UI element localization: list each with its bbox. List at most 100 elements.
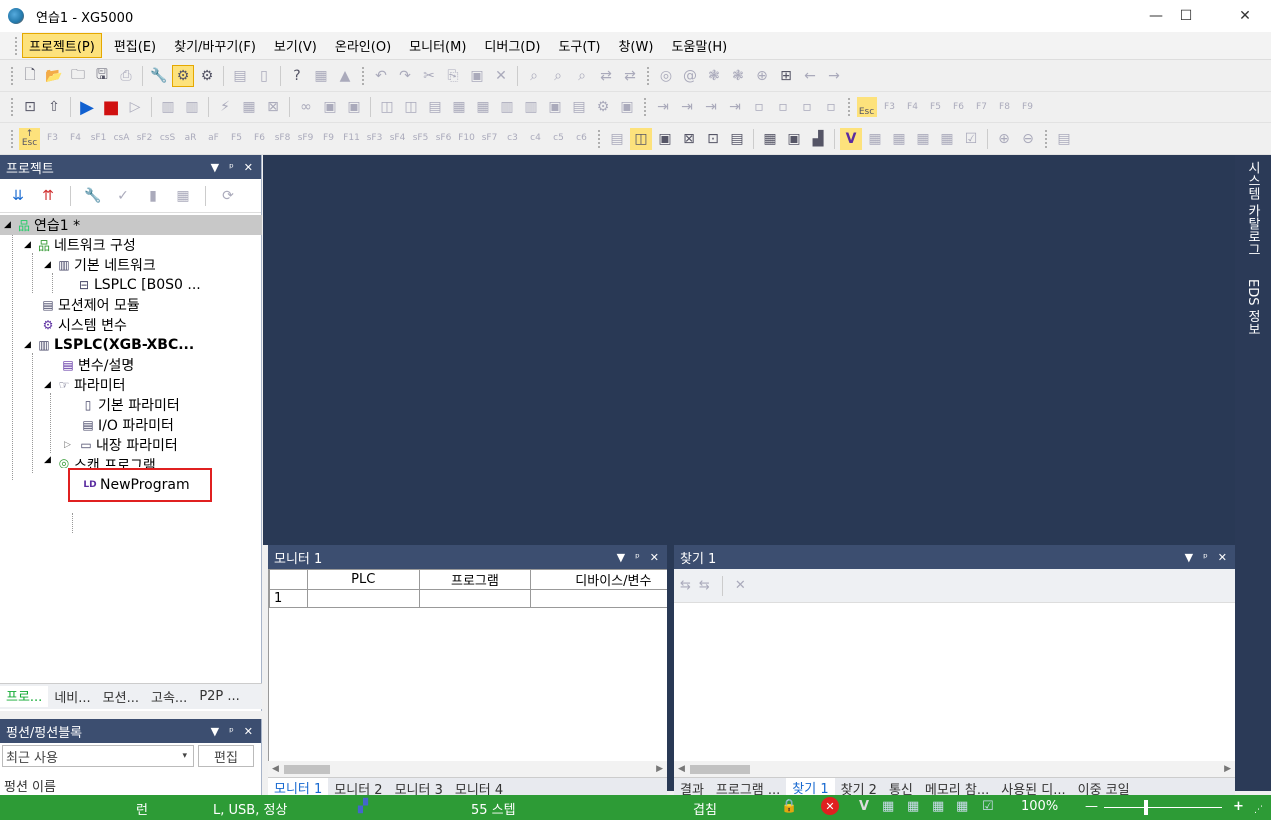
fkey-sf3-icon[interactable]: sF3	[364, 128, 385, 150]
find-hscrollbar[interactable]: ◀ ▶	[674, 761, 1235, 777]
close-icon[interactable]: ✕	[1218, 551, 1227, 564]
tree-node-plc-cpu[interactable]: ◢ ▥ LSPLC(XGB-XBC...	[24, 335, 194, 355]
fkey-sf1-icon[interactable]: sF1	[88, 128, 109, 150]
zoom-out-icon[interactable]: ⊖	[1017, 128, 1039, 150]
delete-icon[interactable]: ✕	[490, 65, 512, 87]
toolbar-grip[interactable]	[1044, 128, 1048, 149]
close-icon[interactable]: ✕	[650, 551, 659, 564]
toolbar-grip[interactable]	[597, 128, 601, 149]
prev-result-icon[interactable]: ⇆	[680, 578, 691, 593]
view-layout-icon[interactable]: ◫	[630, 127, 652, 150]
replace-icon[interactable]: ⇄	[595, 65, 617, 87]
open-folder-icon[interactable]: 📂	[43, 65, 65, 87]
fkey-sf8-icon[interactable]: sF8	[272, 128, 293, 150]
open-project-icon[interactable]: 🗀	[67, 65, 89, 87]
pin-icon[interactable]: ᵖ	[229, 725, 234, 738]
maximize-button[interactable]: ☐	[1163, 0, 1209, 32]
tree-node-lsplc-network[interactable]: ⊟ LSPLC [B0S0 ...	[76, 275, 201, 295]
back-icon[interactable]: ←	[799, 65, 821, 87]
tree-node-system-variable[interactable]: ⚙ 시스템 변수	[40, 315, 127, 335]
fkey-f5-icon[interactable]: F5	[226, 128, 247, 150]
zoom-slider-thumb[interactable]	[1144, 800, 1148, 815]
tab-navigator[interactable]: 네비...	[48, 687, 96, 706]
paste-icon[interactable]: ▣	[466, 65, 488, 87]
diagnose-icon[interactable]: ⚙	[592, 96, 614, 118]
monitor-hscrollbar[interactable]: ◀ ▶	[268, 761, 667, 777]
menu-debug[interactable]: 디버그(D)	[478, 34, 546, 57]
menu-find-replace[interactable]: 찾기/바꾸기(F)	[168, 34, 262, 57]
scroll-thumb[interactable]	[284, 764, 330, 774]
tree-node-newprogram[interactable]: LD NewProgram	[82, 475, 189, 495]
frame-icon[interactable]: ▣	[783, 128, 805, 150]
fkey2-f8-icon[interactable]: F8	[994, 96, 1015, 118]
dropdown-icon[interactable]: ▼	[617, 551, 625, 564]
collapse-arrow-icon[interactable]: ◢	[44, 380, 56, 390]
pin-icon[interactable]: ᵖ	[229, 161, 234, 174]
fkey-sf4-icon[interactable]: sF4	[387, 128, 408, 150]
toolbar-grip[interactable]	[10, 66, 14, 86]
view-dual-icon[interactable]: ⊡	[702, 128, 724, 150]
toolbar-grip[interactable]	[361, 66, 365, 86]
tree-node-builtin-parameter[interactable]: ▷ ▭ 내장 파라미터	[64, 435, 178, 455]
tab-project[interactable]: 프로...	[0, 686, 49, 707]
fkey-f4-icon[interactable]: F4	[65, 128, 86, 150]
find-icon[interactable]: ⌕	[523, 65, 545, 87]
variable-list-icon[interactable]: ▦	[912, 128, 934, 150]
breakpoint-clear-icon[interactable]: ▫	[796, 96, 818, 118]
graph-icon[interactable]: ▥	[520, 96, 542, 118]
fkey-f6-icon[interactable]: F6	[249, 128, 270, 150]
fkey-f3-icon[interactable]: F3	[42, 128, 63, 150]
device-monitor-icon[interactable]: ▦	[472, 96, 494, 118]
expand-arrow-icon[interactable]: ▷	[64, 440, 78, 450]
replace-all-icon[interactable]: ⇄	[619, 65, 641, 87]
dropdown-icon[interactable]: ▼	[1185, 551, 1193, 564]
toolbar-grip[interactable]	[14, 35, 18, 56]
fkey-c4-icon[interactable]: c4	[525, 128, 546, 150]
lock-icon[interactable]: ▮	[142, 185, 164, 207]
menu-help[interactable]: 도움말(H)	[665, 34, 733, 57]
edit-button[interactable]: 편집	[198, 745, 254, 767]
link-icon[interactable]: ❃	[703, 65, 725, 87]
fkey-ar-icon[interactable]: aR	[180, 128, 201, 150]
step-out-icon[interactable]: ⇥	[724, 96, 746, 118]
menu-view[interactable]: 보기(V)	[268, 34, 323, 57]
collapse-arrow-icon[interactable]: ◢	[44, 260, 56, 270]
zoom-out-icon[interactable]: —	[1085, 799, 1098, 814]
fkey-f9-icon[interactable]: F9	[318, 128, 339, 150]
fkey2-f5-icon[interactable]: F5	[925, 96, 946, 118]
step-over-icon[interactable]: ⇥	[676, 96, 698, 118]
find-results-area[interactable]	[674, 603, 1235, 761]
scroll-thumb[interactable]	[690, 764, 750, 774]
scroll-left-icon[interactable]: ◀	[678, 764, 685, 774]
new-file-icon[interactable]: 🗋	[19, 65, 41, 87]
grid-header-plc[interactable]: PLC	[306, 569, 420, 590]
fkey-c3-icon[interactable]: c3	[502, 128, 523, 150]
toolbar-grip[interactable]	[847, 97, 851, 117]
force-io-icon[interactable]: ⚡	[214, 96, 236, 118]
view-mail-icon[interactable]: ⊠	[678, 128, 700, 150]
refresh-icon[interactable]: ⟳	[217, 185, 239, 207]
properties-icon[interactable]: ▦	[172, 185, 194, 207]
close-button[interactable]: ✕	[1222, 0, 1268, 32]
variable-list-icon[interactable]: ▦	[956, 799, 968, 814]
find-prev-icon[interactable]: ⌕	[571, 65, 593, 87]
menu-monitor[interactable]: 모니터(M)	[403, 34, 472, 57]
collapse-all-icon[interactable]: ⇈	[37, 185, 59, 207]
check-icon[interactable]: ✓	[112, 185, 134, 207]
menu-online[interactable]: 온라인(O)	[329, 34, 397, 57]
cell-plc[interactable]	[306, 589, 420, 608]
properties-icon[interactable]: ▦	[759, 128, 781, 150]
fkey-sf9-icon[interactable]: sF9	[295, 128, 316, 150]
output-icon[interactable]: ▤	[1053, 128, 1075, 150]
step-in-icon[interactable]: ⇥	[700, 96, 722, 118]
scroll-left-icon[interactable]: ◀	[272, 764, 279, 774]
forward-icon[interactable]: →	[823, 65, 845, 87]
cell-device[interactable]	[530, 589, 667, 608]
checkbox-icon[interactable]: ☑	[982, 799, 994, 814]
tree-node-network-config[interactable]: ◢ 品 네트워크 구성	[24, 235, 136, 255]
fkey2-f4-icon[interactable]: F4	[902, 96, 923, 118]
device-comment-icon[interactable]: ▦	[864, 128, 886, 150]
tab-eds-info[interactable]: EDS 정보	[1243, 279, 1262, 336]
device-icon[interactable]: ▦	[882, 799, 894, 814]
close-icon[interactable]: ✕	[244, 161, 253, 174]
